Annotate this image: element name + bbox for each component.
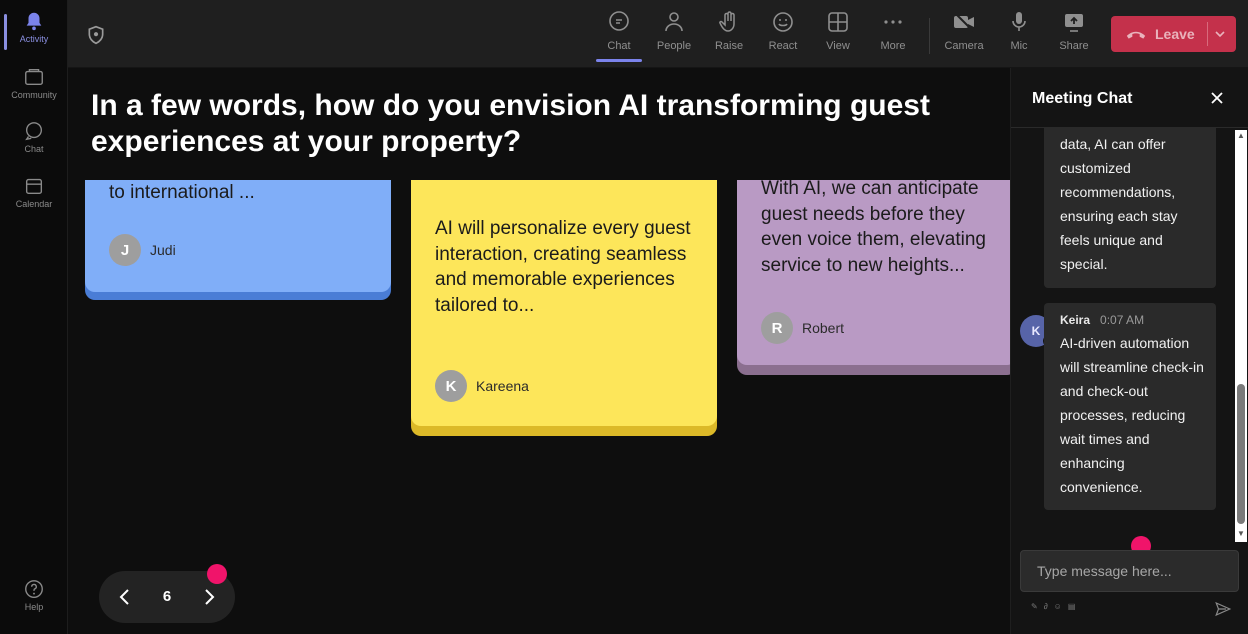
response-card[interactable]: With AI, we can anticipate guest needs b… <box>737 178 1010 375</box>
raise-button-label: Raise <box>714 40 744 52</box>
rail-item-help[interactable]: Help <box>0 578 68 612</box>
attach-icon[interactable]: ∂ <box>1044 602 1048 611</box>
meeting-toolbar: Chat People Raise React View More Camera… <box>68 0 1248 68</box>
compose-tools: ✎ ∂ ☺ ▤ <box>1031 602 1075 611</box>
rail-label-help: Help <box>24 602 44 612</box>
response-author: K Kareena <box>435 370 529 402</box>
community-icon <box>25 68 43 86</box>
author-name: Robert <box>802 320 845 336</box>
response-card[interactable]: to international ... J Judi <box>85 180 391 300</box>
close-icon[interactable] <box>1209 90 1225 106</box>
avatar: K <box>435 370 467 402</box>
meeting-chat-panel: Meeting Chat data, AI can offer customiz… <box>1010 68 1248 634</box>
question-title: In a few words, how do you envision AI t… <box>91 89 930 158</box>
response-author: J Judi <box>109 234 176 266</box>
shield-icon <box>88 25 104 45</box>
next-page-button[interactable] <box>197 585 221 609</box>
previous-page-button[interactable] <box>113 585 137 609</box>
send-icon[interactable] <box>1214 600 1232 618</box>
react-button-label: React <box>768 40 798 52</box>
rail-item-community[interactable]: Community <box>0 66 68 100</box>
rail-item-activity[interactable]: Activity <box>0 10 68 50</box>
more-button-label: More <box>880 40 906 52</box>
chat-sender-name: Keira <box>1060 313 1091 327</box>
rail-item-calendar[interactable]: Calendar <box>0 175 68 209</box>
response-text: With AI, we can anticipate guest needs b… <box>761 178 986 276</box>
people-button[interactable]: People <box>647 10 701 62</box>
view-button-label: View <box>826 40 850 52</box>
scroll-up-arrow-icon[interactable]: ▲ <box>1235 130 1247 142</box>
response-author: R Robert <box>761 312 844 344</box>
chat-button-label: Chat <box>607 40 631 52</box>
toolbar-divider <box>929 18 930 54</box>
chat-title: Meeting Chat <box>1032 90 1133 107</box>
pointer-marker <box>207 564 227 584</box>
rail-item-chat[interactable]: Chat <box>0 120 68 154</box>
app-rail: Activity Community Chat Calendar Help <box>0 0 68 634</box>
leave-divider <box>1207 22 1208 46</box>
raise-hand-button[interactable]: Raise <box>702 10 756 62</box>
mic-button-label: Mic <box>1010 40 1028 52</box>
avatar: R <box>761 312 793 344</box>
leave-button[interactable]: Leave <box>1111 16 1236 52</box>
scrollbar-thumb[interactable] <box>1237 384 1245 524</box>
camera-off-icon <box>954 12 974 32</box>
rail-label-chat: Chat <box>24 144 44 154</box>
chat-timestamp: 0:07 AM <box>1100 313 1145 327</box>
page-number: 6 <box>162 588 172 605</box>
more-icon <box>884 20 902 24</box>
mic-icon <box>1012 12 1026 31</box>
chat-button[interactable]: Chat <box>592 10 646 62</box>
share-button-label: Share <box>1059 40 1089 52</box>
response-card[interactable]: AI will personalize every guest interact… <box>411 180 717 436</box>
view-button[interactable]: View <box>811 10 865 62</box>
react-button[interactable]: React <box>756 10 810 62</box>
chat-header: Meeting Chat <box>1011 68 1248 128</box>
more-button[interactable]: More <box>866 10 920 62</box>
bell-icon <box>26 12 42 31</box>
format-icon[interactable]: ✎ <box>1031 602 1038 611</box>
chat-message: Keira 0:07 AM AI-driven automation will s… <box>1044 303 1216 510</box>
rail-label-activity: Activity <box>19 34 49 44</box>
scroll-down-arrow-icon[interactable]: ▼ <box>1235 528 1247 540</box>
raise-hand-icon <box>719 11 735 32</box>
chevron-down-icon[interactable] <box>1214 28 1226 40</box>
rail-label-community: Community <box>11 90 57 100</box>
response-text: to international ... <box>109 182 255 203</box>
help-icon <box>25 580 43 598</box>
message-input[interactable] <box>1020 550 1239 592</box>
gif-icon[interactable]: ▤ <box>1068 602 1076 611</box>
leave-button-label: Leave <box>1155 26 1195 42</box>
share-button[interactable]: Share <box>1047 10 1101 62</box>
camera-button[interactable]: Camera <box>937 10 991 62</box>
chat-message: data, AI can offer customized recommenda… <box>1044 128 1216 288</box>
rail-label-calendar: Calendar <box>15 199 53 209</box>
avatar: J <box>109 234 141 266</box>
stage: In a few words, how do you envision AI t… <box>68 68 1010 634</box>
chat-message-text: AI-driven automation will streamline che… <box>1060 335 1204 495</box>
author-name: Judi <box>150 242 176 258</box>
chat-message-meta: Keira 0:07 AM <box>1060 313 1144 327</box>
grid-view-icon <box>828 12 848 32</box>
emoji-icon[interactable]: ☺ <box>1054 602 1062 611</box>
calendar-icon <box>25 178 43 195</box>
camera-button-label: Camera <box>944 40 984 52</box>
mic-button[interactable]: Mic <box>992 10 1046 62</box>
author-name: Kareena <box>476 378 529 394</box>
people-icon <box>665 12 683 32</box>
hang-up-icon <box>1126 31 1146 39</box>
chat-icon <box>609 11 629 31</box>
chat-icon <box>25 122 43 141</box>
share-screen-icon <box>1065 14 1083 32</box>
smile-icon <box>773 12 793 32</box>
chat-message-text: data, AI can offer customized recommenda… <box>1060 136 1178 272</box>
people-button-label: People <box>656 40 692 52</box>
response-text: AI will personalize every guest interact… <box>435 218 691 316</box>
